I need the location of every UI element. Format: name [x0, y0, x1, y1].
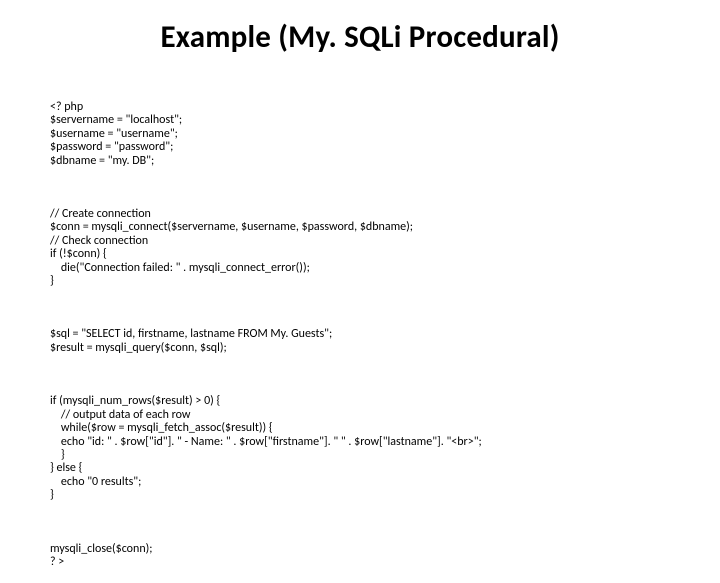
- code-example: <? php $servername = "localhost"; $usern…: [50, 74, 670, 583]
- code-block-output: if (mysqli_num_rows($result) > 0) { // o…: [50, 395, 670, 503]
- code-block-connection: // Create connection $conn = mysqli_conn…: [50, 208, 670, 289]
- code-block-setup: <? php $servername = "localhost"; $usern…: [50, 101, 670, 168]
- code-block-close: mysqli_close($conn); ? >: [50, 543, 670, 570]
- slide-title: Example (My. SQLi Procedural): [50, 18, 670, 56]
- code-block-query: $sql = "SELECT id, firstname, lastname F…: [50, 328, 670, 355]
